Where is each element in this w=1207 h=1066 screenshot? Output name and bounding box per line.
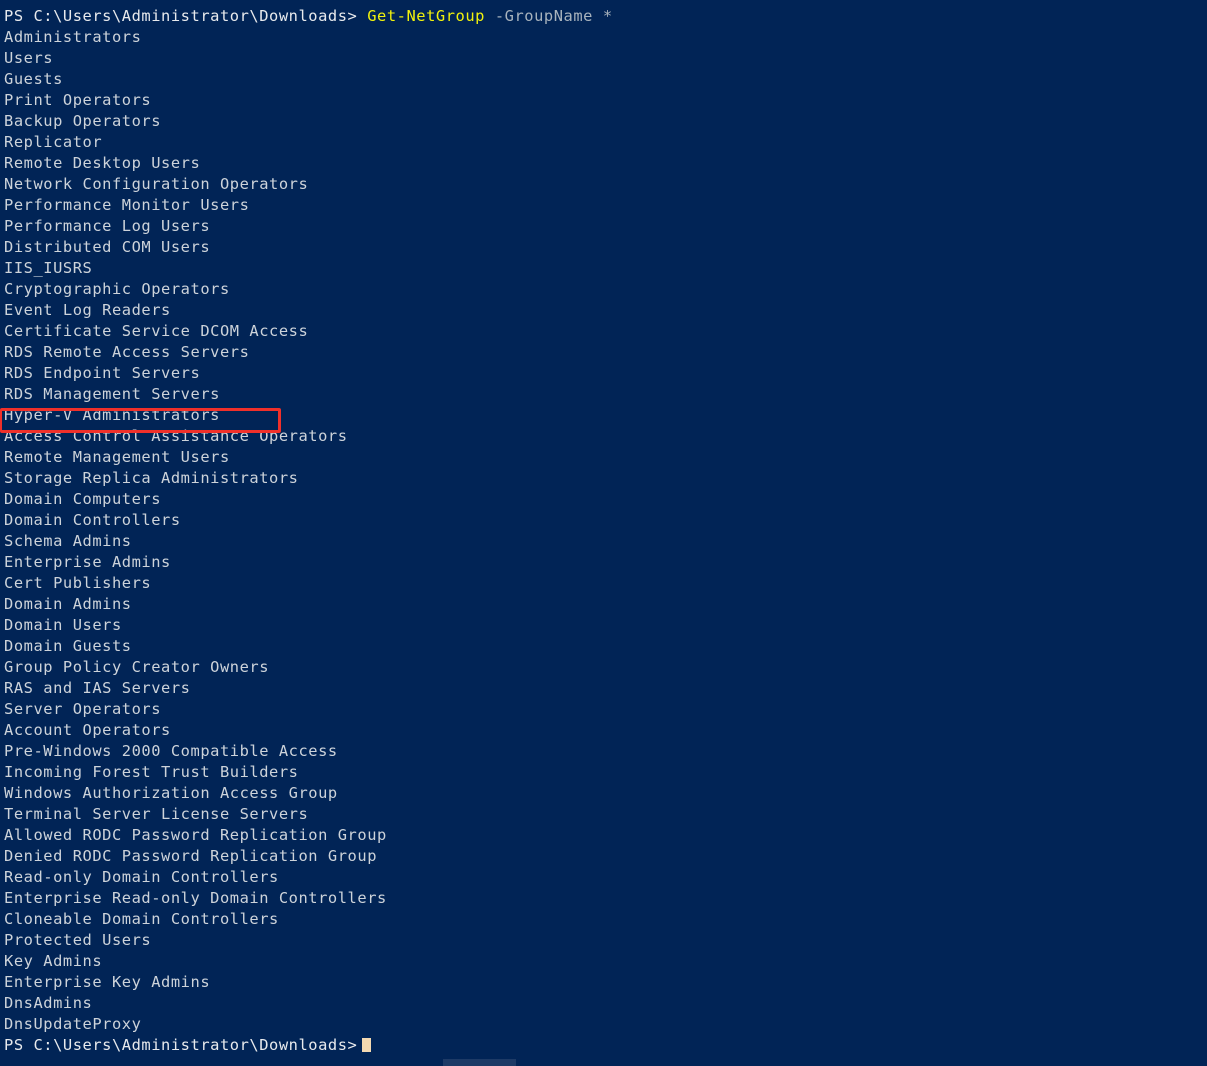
text-cursor xyxy=(362,1038,372,1052)
output-line: Allowed RODC Password Replication Group xyxy=(4,826,387,844)
output-line: Access Control Assistance Operators xyxy=(4,427,348,445)
output-line: Domain Computers xyxy=(4,490,162,508)
output-line: Denied RODC Password Replication Group xyxy=(4,847,378,865)
output-line: Enterprise Key Admins xyxy=(4,973,211,991)
output-line: RDS Remote Access Servers xyxy=(4,343,250,361)
output-line: Network Configuration Operators xyxy=(4,175,309,193)
output-line: Server Operators xyxy=(4,700,162,718)
output-line: Enterprise Read-only Domain Controllers xyxy=(4,889,387,907)
output-line: Domain Users xyxy=(4,616,122,634)
horizontal-scrollbar[interactable] xyxy=(0,1058,1207,1066)
output-line: RAS and IAS Servers xyxy=(4,679,191,697)
output-line: Certificate Service DCOM Access xyxy=(4,322,309,340)
output-line: Key Admins xyxy=(4,952,103,970)
command-line: PS C:\Users\Administrator\Downloads> Get… xyxy=(4,6,1207,27)
output-line: Distributed COM Users xyxy=(4,238,211,256)
output-line: Domain Controllers xyxy=(4,511,181,529)
command-output: Administrators Users Guests Print Operators… xyxy=(4,27,1207,1035)
command-name: Get-NetGroup xyxy=(367,7,485,25)
output-line: Schema Admins xyxy=(4,532,132,550)
output-line: Domain Guests xyxy=(4,637,132,655)
output-line: Performance Log Users xyxy=(4,217,211,235)
output-line: Terminal Server License Servers xyxy=(4,805,309,823)
output-line: Domain Admins xyxy=(4,595,132,613)
output-line: Administrators xyxy=(4,28,142,46)
output-line: Incoming Forest Trust Builders xyxy=(4,763,299,781)
output-line: Windows Authorization Access Group xyxy=(4,784,338,802)
final-prompt-text: PS C:\Users\Administrator\Downloads> xyxy=(4,1036,358,1054)
output-line: Backup Operators xyxy=(4,112,162,130)
output-line: RDS Endpoint Servers xyxy=(4,364,201,382)
output-line: Group Policy Creator Owners xyxy=(4,658,270,676)
output-line: Performance Monitor Users xyxy=(4,196,250,214)
output-line: DnsUpdateProxy xyxy=(4,1015,142,1033)
command-argument: * xyxy=(602,7,613,25)
prompt-text: PS C:\Users\Administrator\Downloads> xyxy=(4,7,358,25)
output-line: RDS Management Servers xyxy=(4,385,220,403)
output-line: Hyper-V Administrators xyxy=(4,406,220,424)
output-line: Pre-Windows 2000 Compatible Access xyxy=(4,742,338,760)
output-line: Replicator xyxy=(4,133,103,151)
output-line: Read-only Domain Controllers xyxy=(4,868,279,886)
output-line: DnsAdmins xyxy=(4,994,93,1012)
output-line: Protected Users xyxy=(4,931,152,949)
output-line: Event Log Readers xyxy=(4,301,171,319)
output-line: Cert Publishers xyxy=(4,574,152,592)
final-prompt-line: PS C:\Users\Administrator\Downloads> xyxy=(4,1035,1207,1056)
output-line: Guests xyxy=(4,70,63,88)
powershell-console[interactable]: PS C:\Users\Administrator\Downloads> Get… xyxy=(0,0,1207,1066)
output-line: Cryptographic Operators xyxy=(4,280,230,298)
output-line: IIS_IUSRS xyxy=(4,259,93,277)
output-line: Print Operators xyxy=(4,91,152,109)
output-line: Users xyxy=(4,49,54,67)
output-line: Account Operators xyxy=(4,721,171,739)
horizontal-scrollbar-thumb[interactable] xyxy=(443,1059,516,1066)
output-line: Storage Replica Administrators xyxy=(4,469,299,487)
output-line: Remote Management Users xyxy=(4,448,230,466)
output-line: Cloneable Domain Controllers xyxy=(4,910,279,928)
command-parameter: -GroupName xyxy=(494,7,593,25)
output-line: Remote Desktop Users xyxy=(4,154,201,172)
output-line: Enterprise Admins xyxy=(4,553,171,571)
